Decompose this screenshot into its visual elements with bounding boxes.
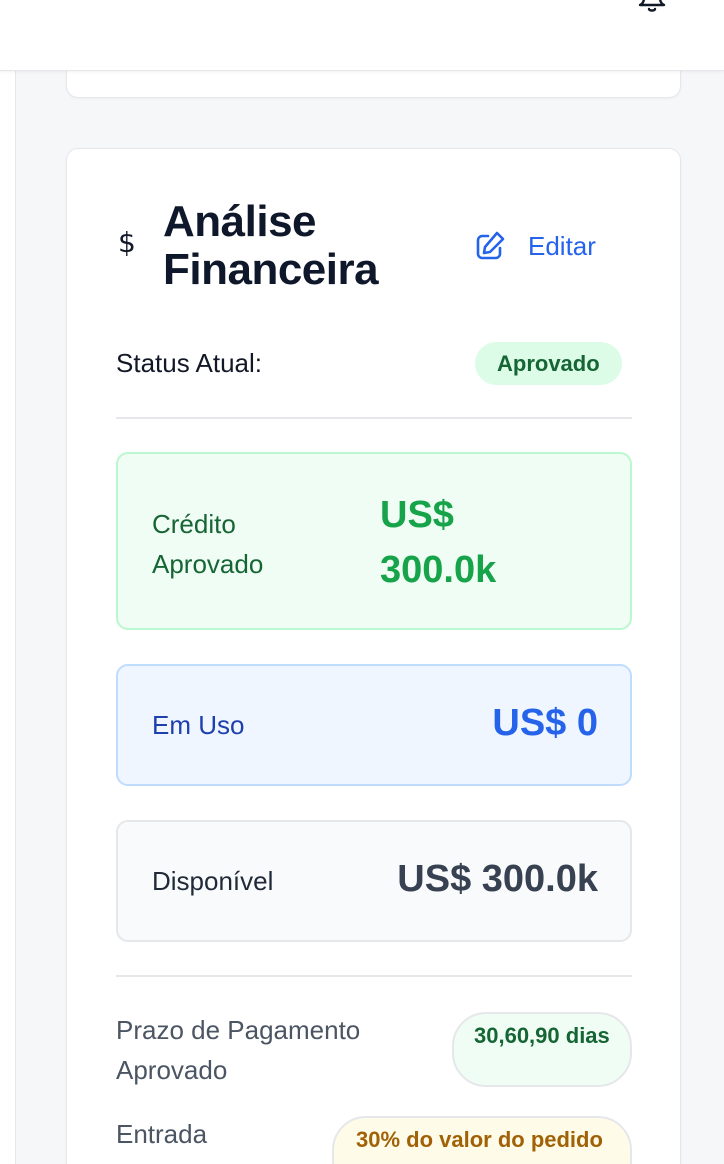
status-label: Status Atual: [116, 348, 262, 378]
in-use-box: Em Uso US$ 0 [116, 664, 632, 786]
available-box: Disponível US$ 300.0k [116, 820, 632, 942]
sidebar-rail [0, 71, 16, 1164]
divider [116, 417, 632, 419]
down-payment-label: Entrada Requerida [116, 1119, 236, 1164]
in-use-label: Em Uso [152, 710, 245, 740]
bell-icon[interactable] [636, 0, 668, 20]
down-payment-badge: 30% do valor do pedido [332, 1116, 632, 1164]
in-use-value: US$ 0 [492, 702, 598, 744]
edit-button[interactable]: Editar [474, 226, 624, 266]
credit-approved-label: Crédito Aprovado [152, 509, 264, 579]
payment-term-label: Prazo de Pagamento Aprovado [116, 1015, 361, 1085]
available-value: US$ 300.0k [397, 858, 598, 900]
card-title: Análise Financeira [163, 197, 379, 294]
edit-icon [476, 231, 505, 260]
payment-term-badge: 30,60,90 dias [452, 1012, 632, 1087]
status-badge: Aprovado [475, 342, 622, 385]
available-label: Disponível [152, 866, 274, 896]
edit-label: Editar [528, 230, 596, 261]
credit-approved-box: Crédito Aprovado US$ 300.0k [116, 452, 632, 630]
credit-approved-value: US$ 300.0k [380, 494, 497, 591]
divider [116, 975, 632, 977]
top-header [0, 0, 724, 71]
dollar-icon: $ [118, 226, 136, 259]
